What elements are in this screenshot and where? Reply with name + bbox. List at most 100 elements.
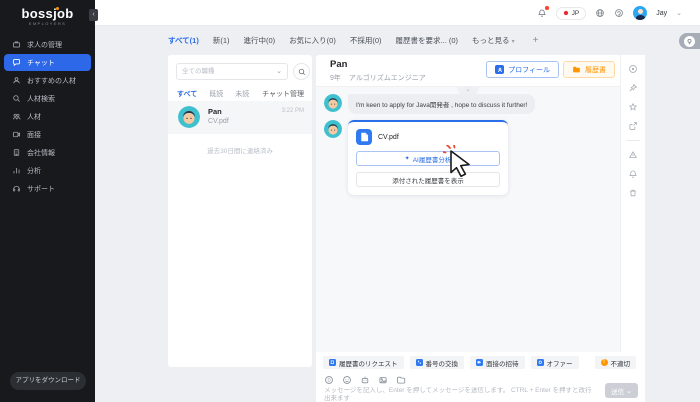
tab-resume-requested[interactable]: 履歴書を要求... (0): [396, 35, 459, 46]
chevron-down-icon[interactable]: ⌄: [676, 9, 682, 17]
conversation-tools-rail: [620, 55, 645, 352]
offer-icon: [537, 359, 544, 366]
building-icon: [12, 148, 21, 157]
filter-all[interactable]: すべて: [177, 89, 197, 99]
video-camera-icon: [476, 359, 483, 366]
search-icon: [12, 94, 21, 103]
sidebar-item-chat[interactable]: チャット: [4, 54, 91, 71]
profile-button[interactable]: プロフィール: [486, 61, 559, 78]
file-folder-icon[interactable]: [396, 375, 406, 385]
tab-rejected[interactable]: 不採用(0): [350, 35, 382, 46]
attachment-filename: CV.pdf: [378, 134, 399, 141]
lightbulb-icon: [684, 36, 695, 47]
offer-chip[interactable]: オファー: [531, 356, 579, 369]
user-avatar[interactable]: [633, 6, 647, 20]
globe-icon[interactable]: [595, 8, 605, 18]
people-icon: [12, 112, 21, 121]
job-type-filter-select[interactable]: 全ての職種 ⌄: [176, 63, 288, 80]
candidate-name: Pan: [208, 107, 222, 116]
ai-assistant-robot-icon[interactable]: [360, 375, 370, 385]
message-bubble: I'm keen to apply for Java開発者 , hope to …: [348, 94, 535, 114]
chat-list-panel: 全ての職種 ⌄ すべて 既読 未読 チャット管理 Pan CV.pdf 3:22…: [168, 55, 312, 367]
headset-icon: [12, 184, 21, 193]
message-input[interactable]: [324, 387, 596, 402]
add-tab-button[interactable]: +: [533, 35, 539, 46]
report-inappropriate-chip[interactable]: ! 不適切: [595, 356, 637, 369]
read-state-filters: すべて 既読 未読: [177, 89, 249, 99]
emoji-icon[interactable]: [342, 375, 352, 385]
chevron-down-icon: ▾: [512, 39, 515, 45]
chat-manage-link[interactable]: チャット管理: [262, 89, 304, 99]
candidate-avatar: [178, 106, 200, 128]
message-composer: D 送信 ⌄: [316, 373, 645, 402]
tab-more[interactable]: もっと見る ▾: [472, 35, 515, 46]
share-icon[interactable]: [628, 121, 638, 131]
candidate-avatar: [324, 94, 342, 112]
tab-in-progress[interactable]: 進行中(0): [244, 35, 276, 46]
recommended-person-icon: [12, 76, 21, 85]
star-icon[interactable]: [628, 102, 638, 112]
sidebar-item-jobs[interactable]: 求人の管理: [4, 36, 91, 53]
help-headset-icon[interactable]: [614, 8, 624, 18]
interview-invite-chip[interactable]: 面接の招待: [470, 356, 525, 369]
sidebar-item-talent[interactable]: 人材: [4, 108, 91, 125]
bossjob-logo: bossjob: [0, 6, 95, 21]
notification-dot: [545, 6, 549, 10]
sidebar-item-support[interactable]: サポート: [4, 180, 91, 197]
feedback-edge-tab[interactable]: [679, 33, 700, 49]
sidebar-item-analytics[interactable]: 分析: [4, 162, 91, 179]
resume-button[interactable]: 履歴書: [563, 61, 615, 78]
tab-new[interactable]: 新(1): [213, 35, 230, 46]
phone-icon: [416, 359, 423, 366]
sidebar-item-recommended[interactable]: おすすめの人材: [4, 72, 91, 89]
download-app-button[interactable]: アプリをダウンロード: [10, 372, 86, 390]
japan-flag-icon: [563, 10, 569, 16]
message-time: 3:22 PM: [282, 108, 304, 114]
rail-divider: [626, 140, 640, 141]
tab-all[interactable]: すべて(1): [168, 35, 199, 46]
report-warning-icon[interactable]: [628, 150, 638, 160]
sidebar-collapse-button[interactable]: ‹: [89, 9, 98, 21]
briefcase-icon: [12, 40, 21, 49]
language-selector[interactable]: JP: [556, 7, 587, 20]
filter-read[interactable]: 既読: [209, 89, 223, 99]
sidebar-item-company[interactable]: 会社情報: [4, 144, 91, 161]
mouse-cursor: [443, 145, 479, 181]
sparkle-icon: ✦: [405, 155, 410, 162]
warning-icon: !: [601, 359, 608, 366]
chart-icon: [12, 166, 21, 175]
translate-icon[interactable]: D: [324, 375, 334, 385]
resume-doc-icon: [329, 359, 336, 366]
image-icon[interactable]: [378, 375, 388, 385]
topbar: JP Jay ⌄: [95, 0, 700, 26]
conversation-header: Pan 9年アルゴリズムエンジニア プロフィール 履歴書: [316, 55, 645, 86]
chevron-down-icon: ⌄: [626, 387, 632, 395]
translate-toggle-icon[interactable]: [628, 64, 638, 74]
logo-subtitle: EMPLOYERS: [0, 21, 95, 26]
exchange-number-chip[interactable]: 番号の交換: [410, 356, 465, 369]
pin-icon[interactable]: [628, 83, 638, 93]
request-resume-chip[interactable]: 履歴書のリクエスト: [323, 356, 404, 369]
chevron-down-icon: ⌄: [276, 64, 282, 79]
sidebar-item-interview[interactable]: 面接: [4, 126, 91, 143]
search-icon: [298, 68, 306, 76]
last-message-preview: CV.pdf: [208, 118, 229, 125]
sidebar-item-talent-search[interactable]: 人材検索: [4, 90, 91, 107]
notification-bell-icon[interactable]: [537, 8, 547, 18]
candidate-meta: 9年アルゴリズムエンジニア: [330, 73, 426, 83]
candidate-name: Pan: [330, 59, 347, 70]
attachment-file-row[interactable]: CV.pdf: [356, 129, 500, 145]
mute-bell-icon[interactable]: [628, 169, 638, 179]
pdf-document-icon: [356, 129, 372, 145]
delete-trash-icon[interactable]: [628, 188, 638, 198]
search-button[interactable]: [293, 63, 310, 80]
chat-icon: [12, 58, 21, 67]
sidebar: bossjob EMPLOYERS ‹ 求人の管理 チャット おすすめの人材 人…: [0, 0, 95, 402]
send-button[interactable]: 送信 ⌄: [605, 383, 638, 398]
chat-list-item[interactable]: Pan CV.pdf 3:22 PM: [168, 101, 312, 134]
tab-favorites[interactable]: お気に入り(0): [289, 35, 336, 46]
quick-actions-bar: 履歴書のリクエスト 番号の交換 面接の招待 オファー ! 不適切: [316, 352, 645, 373]
messages-area: ⌄ I'm keen to apply for Java開発者 , hope t…: [316, 86, 620, 352]
filter-unread[interactable]: 未読: [235, 89, 249, 99]
svg-text:D: D: [328, 378, 331, 383]
